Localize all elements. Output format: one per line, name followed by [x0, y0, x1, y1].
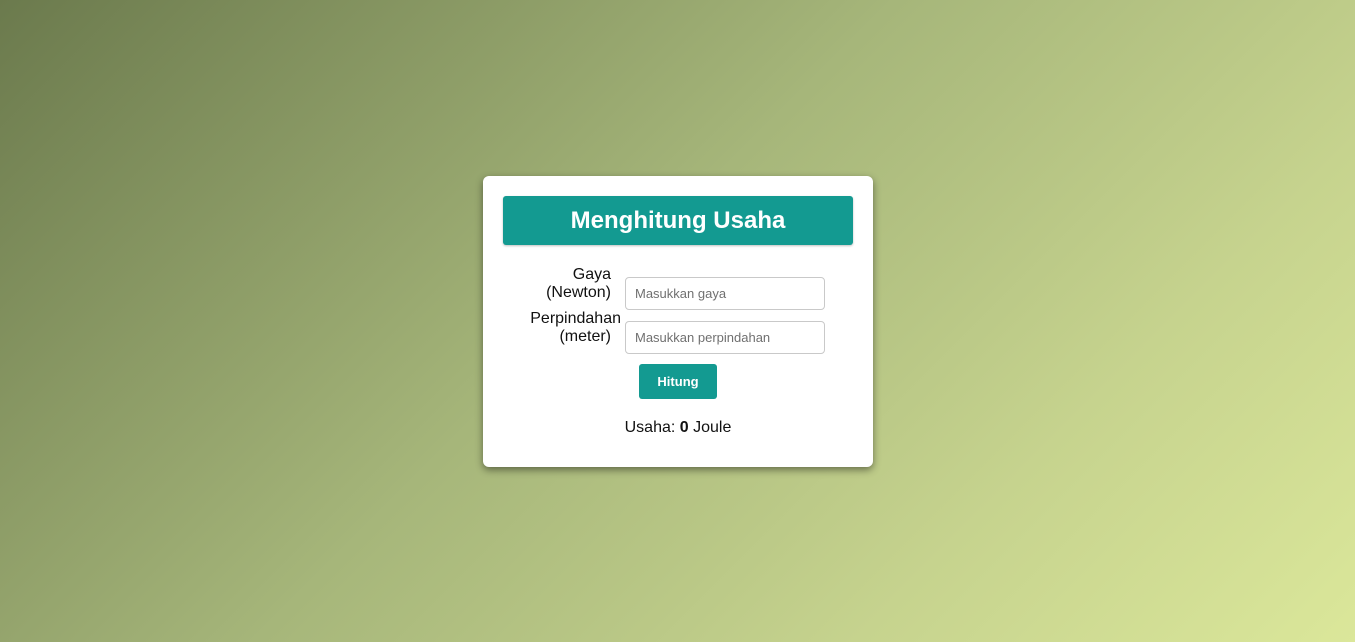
result-text: Usaha: 0 Joule — [483, 419, 873, 437]
gaya-label-line1: Gaya — [572, 266, 611, 283]
hitung-button[interactable]: Hitung — [639, 364, 717, 399]
perpindahan-input[interactable] — [625, 321, 825, 354]
perpindahan-label-line1: Perpindahan — [530, 310, 621, 327]
gaya-label: Gaya (Newton) — [546, 266, 611, 302]
perpindahan-label-line2: (meter) — [559, 328, 611, 345]
gaya-input[interactable] — [625, 277, 825, 310]
result-unit: Joule — [693, 419, 732, 436]
gaya-label-line2: (Newton) — [546, 284, 611, 301]
title-banner: Menghitung Usaha — [503, 196, 853, 245]
result-value: 0 — [679, 419, 689, 436]
page-title: Menghitung Usaha — [570, 206, 786, 234]
result-prefix: Usaha: — [624, 419, 676, 436]
perpindahan-label: Perpindahan (meter) — [530, 310, 621, 346]
calculator-card: Menghitung Usaha Gaya (Newton) Perpindah… — [483, 176, 873, 467]
